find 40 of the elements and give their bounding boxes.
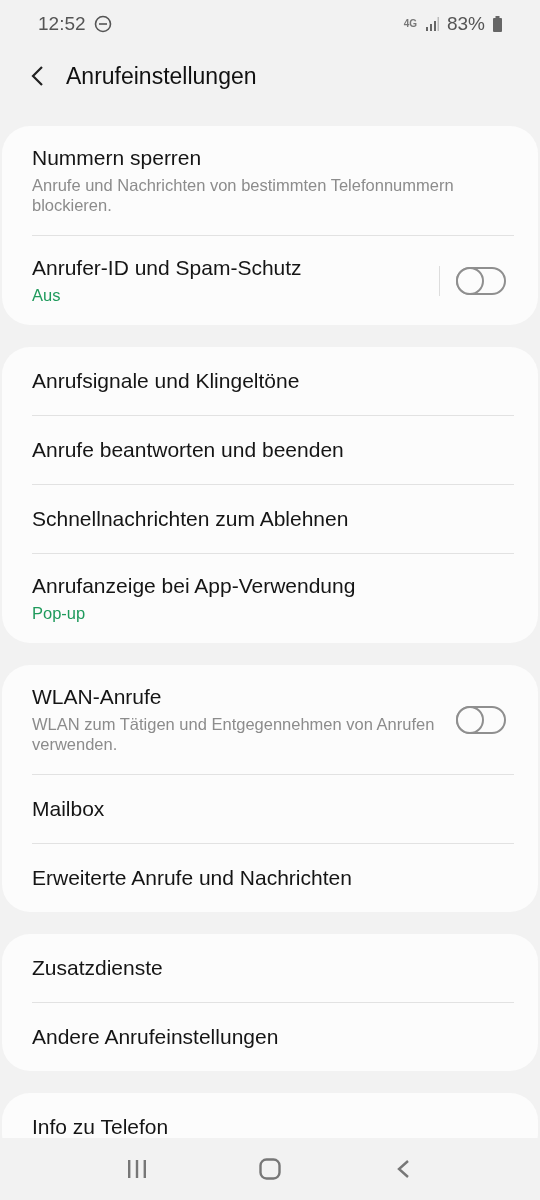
item-subtitle: Anrufe und Nachrichten von bestimmten Telefonnummern blockieren. <box>32 175 455 215</box>
item-title: Mailbox <box>32 797 106 821</box>
settings-item[interactable]: Nummern sperren Anrufe und Nachrichten von bestimmten Telefonnummern blockieren. <box>2 126 538 235</box>
battery-percent: 83% <box>446 13 485 35</box>
settings-item[interactable]: Anrufsignale und Klingeltöne <box>2 347 538 415</box>
item-title: Anrufsignale und Klingeltöne <box>32 369 301 393</box>
settings-item[interactable]: WLAN-Anrufe WLAN zum Tätigen und Entgegennehmen von Anrufen verwenden. <box>2 665 538 774</box>
item-title: WLAN-Anrufe <box>32 685 163 709</box>
item-title: Info zu Telefon <box>32 1115 170 1138</box>
item-title: Erweiterte Anrufe und Nachrichten <box>32 866 353 890</box>
item-title: Nummern sperren <box>32 146 203 170</box>
item-title: Schnellnachrichten zum Ablehnen <box>32 507 350 531</box>
network-type: 4G <box>403 19 417 29</box>
status-time: 12:52 <box>38 13 86 35</box>
item-title: Anrufer-ID und Spam-Schutz <box>32 256 303 280</box>
settings-item[interactable]: Erweiterte Anrufe und Nachrichten <box>2 844 538 912</box>
home-icon[interactable] <box>259 1158 281 1180</box>
recent-apps-icon[interactable] <box>125 1159 148 1179</box>
item-title: Anrufe beantworten und beenden <box>32 438 345 462</box>
item-title: Andere Anrufeinstellungen <box>32 1025 280 1049</box>
settings-item[interactable]: Info zu Telefon <box>2 1093 538 1138</box>
item-title: Zusatzdienste <box>32 956 164 980</box>
back-icon[interactable] <box>30 65 44 87</box>
item-subtitle: WLAN zum Tätigen und Entgegennehmen von Anrufen verwenden. <box>32 714 436 754</box>
settings-item[interactable]: Mailbox <box>2 775 538 843</box>
settings-item[interactable]: Schnellnachrichten zum Ablehnen <box>2 485 538 553</box>
item-subtitle: Aus <box>32 285 62 305</box>
settings-item[interactable]: Zusatzdienste <box>2 934 538 1002</box>
toggle-switch[interactable] <box>456 705 506 734</box>
settings-item[interactable]: Anrufanzeige bei App-Verwendung Pop-up <box>2 554 538 643</box>
toggle-switch[interactable] <box>456 266 506 295</box>
settings-item[interactable]: Andere Anrufeinstellungen <box>2 1003 538 1071</box>
item-title: Anrufanzeige bei App-Verwendung <box>32 574 357 598</box>
do-not-disturb-icon <box>93 15 112 33</box>
item-subtitle: Pop-up <box>32 603 87 623</box>
signal-icon <box>424 17 439 31</box>
settings-item[interactable]: Anrufe beantworten und beenden <box>2 416 538 484</box>
settings-item[interactable]: Anrufer-ID und Spam-Schutz Aus <box>2 236 538 325</box>
page-title: Anrufeinstellungen <box>66 62 257 90</box>
battery-icon <box>493 16 502 32</box>
